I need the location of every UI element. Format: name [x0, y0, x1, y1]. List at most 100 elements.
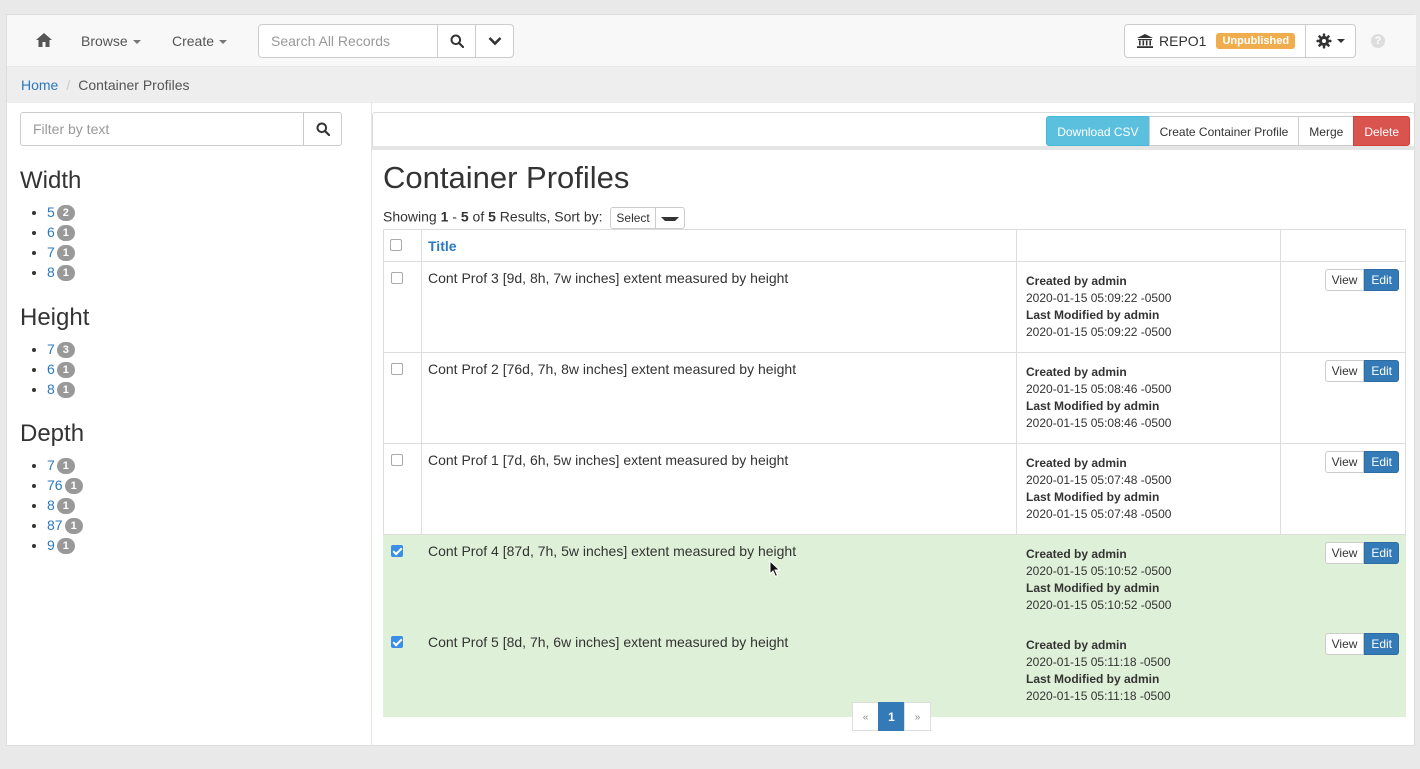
meta-column-header	[1016, 229, 1281, 262]
facet-link[interactable]: 6	[47, 224, 55, 240]
content-area: Width 52 61 71 81 Height 73 61 81 Depth …	[6, 14, 1415, 746]
view-button[interactable]: View	[1324, 633, 1365, 655]
modified-at: 2020-01-15 05:10:52 -0500	[1026, 598, 1172, 612]
created-at: 2020-01-15 05:11:18 -0500	[1026, 655, 1171, 669]
page-title: Container Profiles	[383, 160, 630, 195]
table-row: Cont Prof 3 [9d, 8h, 7w inches] extent m…	[383, 261, 1406, 353]
facet-link[interactable]: 8	[47, 264, 55, 280]
row-checkbox[interactable]	[391, 636, 403, 648]
filter-input[interactable]	[21, 113, 304, 145]
facet-item: 91	[47, 535, 84, 555]
range-end: 5	[460, 208, 469, 225]
row-select-cell	[383, 261, 422, 353]
view-button[interactable]: View	[1324, 360, 1365, 382]
row-checkbox[interactable]	[391, 545, 403, 557]
created-at: 2020-01-15 05:08:46 -0500	[1026, 382, 1172, 396]
count-badge: 1	[56, 225, 75, 241]
facet-filter	[20, 112, 342, 146]
view-button[interactable]: View	[1324, 451, 1365, 473]
edit-button[interactable]: Edit	[1364, 633, 1399, 655]
results-table: Title Cont Prof 3 [9d, 8h, 7w inches] ex…	[383, 229, 1406, 717]
edit-button[interactable]: Edit	[1364, 269, 1399, 291]
modified-by: Last Modified by admin	[1026, 308, 1160, 322]
modified-by: Last Modified by admin	[1026, 399, 1160, 413]
sort-select[interactable]: Select	[610, 207, 685, 229]
created-by: Created by admin	[1026, 274, 1127, 288]
facet-height: Height 73 61 81	[20, 303, 89, 399]
row-actions: View Edit	[1280, 443, 1406, 535]
facet-link[interactable]: 7	[47, 244, 55, 260]
facet-link[interactable]: 76	[47, 477, 63, 493]
row-title: Cont Prof 4 [87d, 7h, 5w inches] extent …	[421, 534, 1017, 626]
view-button[interactable]: View	[1324, 542, 1365, 564]
created-at: 2020-01-15 05:07:48 -0500	[1026, 473, 1172, 487]
row-select-cell	[383, 625, 422, 717]
row-checkbox[interactable]	[391, 363, 403, 375]
showing-label: Showing	[383, 208, 437, 225]
row-actions: View Edit	[1280, 625, 1406, 717]
count-badge: 1	[56, 458, 75, 474]
facet-link[interactable]: 7	[47, 457, 55, 473]
row-select-cell	[383, 352, 422, 444]
row-checkbox[interactable]	[391, 272, 403, 284]
count-badge: 1	[64, 478, 83, 494]
modified-at: 2020-01-15 05:09:22 -0500	[1026, 325, 1172, 339]
count-badge: 1	[56, 538, 75, 554]
facet-link[interactable]: 8	[47, 497, 55, 513]
facet-title: Width	[20, 167, 82, 194]
select-all-checkbox[interactable]	[390, 238, 402, 251]
caret-down-icon	[660, 216, 679, 221]
sort-by-title-link[interactable]: Title	[428, 238, 457, 254]
modified-at: 2020-01-15 05:07:48 -0500	[1026, 507, 1172, 521]
facet-item: 871	[47, 515, 84, 535]
created-at: 2020-01-15 05:09:22 -0500	[1026, 291, 1172, 305]
pagination: « 1 »	[852, 702, 931, 731]
row-metadata: Created by admin 2020-01-15 05:11:18 -050…	[1016, 625, 1281, 717]
row-title: Cont Prof 1 [7d, 6h, 5w inches] extent m…	[421, 443, 1017, 535]
created-by: Created by admin	[1026, 638, 1127, 652]
delete-button[interactable]: Delete	[1353, 116, 1410, 146]
row-metadata: Created by admin 2020-01-15 05:10:52 -050…	[1016, 534, 1281, 626]
modified-by: Last Modified by admin	[1026, 581, 1160, 595]
actions-column-header	[1280, 229, 1406, 262]
row-select-cell	[383, 443, 422, 535]
view-button[interactable]: View	[1324, 269, 1365, 291]
count-badge: 1	[56, 382, 75, 398]
facet-link[interactable]: 87	[47, 517, 63, 533]
facet-link[interactable]: 5	[47, 204, 55, 220]
facet-link[interactable]: 7	[47, 341, 55, 357]
count-badge: 1	[64, 518, 83, 534]
download-csv-button[interactable]: Download CSV	[1046, 116, 1150, 146]
facet-item: 761	[47, 475, 84, 495]
table-row: Cont Prof 1 [7d, 6h, 5w inches] extent m…	[383, 443, 1406, 535]
edit-button[interactable]: Edit	[1364, 360, 1399, 382]
facet-link[interactable]: 8	[47, 381, 55, 397]
mouse-cursor-icon	[769, 560, 781, 578]
created-by: Created by admin	[1026, 547, 1127, 561]
sort-value: Select	[616, 211, 650, 225]
sidebar-divider	[371, 102, 372, 746]
facet-item: 61	[47, 359, 89, 379]
row-checkbox[interactable]	[391, 454, 403, 466]
row-metadata: Created by admin 2020-01-15 05:09:22 -050…	[1016, 261, 1281, 353]
record-toolbar: Download CSV Create Container Profile Me…	[372, 112, 1415, 150]
range-start: 1	[440, 208, 449, 225]
pagination-page[interactable]: 1	[878, 702, 905, 731]
created-by: Created by admin	[1026, 456, 1127, 470]
table-header-row: Title	[383, 229, 1406, 262]
pagination-prev[interactable]: «	[852, 702, 879, 731]
edit-button[interactable]: Edit	[1364, 542, 1399, 564]
edit-button[interactable]: Edit	[1364, 451, 1399, 473]
row-select-cell	[383, 534, 422, 626]
count-badge: 2	[56, 205, 75, 221]
facet-item: 61	[47, 222, 81, 242]
table-row: Cont Prof 4 [87d, 7h, 5w inches] extent …	[383, 534, 1406, 626]
row-title: Cont Prof 2 [76d, 7h, 8w inches] extent …	[421, 352, 1017, 444]
pagination-next[interactable]: »	[904, 702, 931, 731]
merge-button[interactable]: Merge	[1298, 116, 1355, 146]
facet-link[interactable]: 6	[47, 361, 55, 377]
facet-link[interactable]: 9	[47, 537, 55, 553]
results-total: 5	[488, 208, 496, 225]
create-container-profile-button[interactable]: Create Container Profile	[1148, 116, 1300, 146]
filter-search-button[interactable]	[303, 113, 341, 145]
